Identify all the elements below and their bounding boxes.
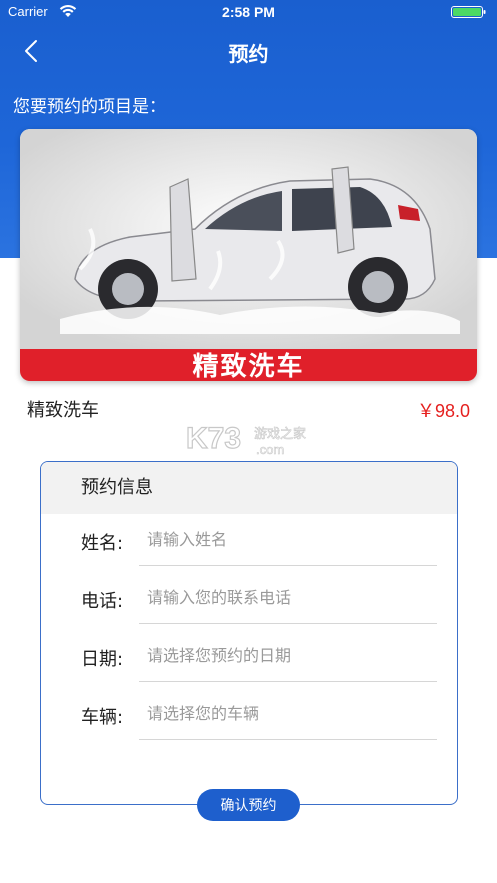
vehicle-select[interactable]	[139, 688, 437, 740]
confirm-booking-button[interactable]: 确认预约	[197, 789, 300, 821]
svg-text:.com: .com	[256, 442, 284, 457]
service-image-card[interactable]: 精致洗车	[20, 129, 477, 381]
svg-text:K73: K73	[186, 422, 241, 455]
service-price: ￥98.0	[416, 401, 470, 421]
battery-icon	[451, 6, 486, 18]
page-title: 预约	[228, 42, 269, 66]
booking-form: 预约信息 姓名: 电话: 日期: 车辆:	[40, 461, 458, 805]
vehicle-label: 车辆:	[81, 707, 124, 728]
vehicle-row: 车辆:	[41, 688, 457, 746]
name-row: 姓名:	[41, 514, 457, 572]
phone-label: 电话:	[81, 591, 124, 612]
intro-text: 您要预约的项目是：	[13, 97, 166, 117]
phone-row: 电话:	[41, 572, 457, 630]
svg-text:游戏之家: 游戏之家	[254, 426, 306, 442]
car-wash-image	[20, 129, 477, 349]
date-row: 日期:	[41, 630, 457, 688]
form-header: 预约信息	[41, 462, 457, 514]
name-label: 姓名:	[81, 533, 124, 554]
status-bar: Carrier 2:58 PM	[0, 0, 497, 24]
date-picker[interactable]	[139, 630, 437, 682]
clock: 2:58 PM	[222, 4, 275, 20]
name-input[interactable]	[139, 514, 437, 566]
phone-input[interactable]	[139, 572, 437, 624]
service-name: 精致洗车	[27, 400, 99, 421]
date-label: 日期:	[81, 649, 124, 670]
service-banner: 精致洗车	[20, 349, 477, 381]
watermark-logo: K73 游戏之家 .com	[186, 421, 306, 457]
